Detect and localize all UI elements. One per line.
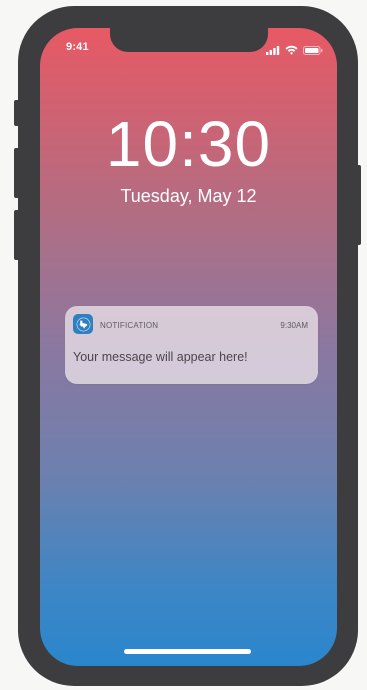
- notification-time: 9:30AM: [280, 321, 308, 330]
- notch: [110, 28, 268, 52]
- notification-app-name: NOTIFICATION: [100, 321, 159, 330]
- notification-card[interactable]: NOTIFICATION 9:30AM Your message will ap…: [65, 306, 318, 384]
- texas-state-icon: [73, 314, 93, 334]
- lock-clock: 10:30: [105, 108, 272, 180]
- status-icons: [266, 42, 323, 60]
- signal-icon: [266, 42, 280, 60]
- home-indicator[interactable]: [124, 649, 251, 654]
- battery-icon: [303, 42, 323, 60]
- notification-message: Your message will appear here!: [73, 350, 248, 364]
- lock-screen: 9:41 10:30 Tuesday, May 12 NOTIFICATION …: [40, 28, 337, 666]
- device-mockup: 9:41 10:30 Tuesday, May 12 NOTIFICATION …: [0, 0, 367, 690]
- wifi-icon: [285, 42, 298, 60]
- lock-date: Tuesday, May 12: [120, 186, 257, 206]
- status-time: 9:41: [66, 41, 89, 53]
